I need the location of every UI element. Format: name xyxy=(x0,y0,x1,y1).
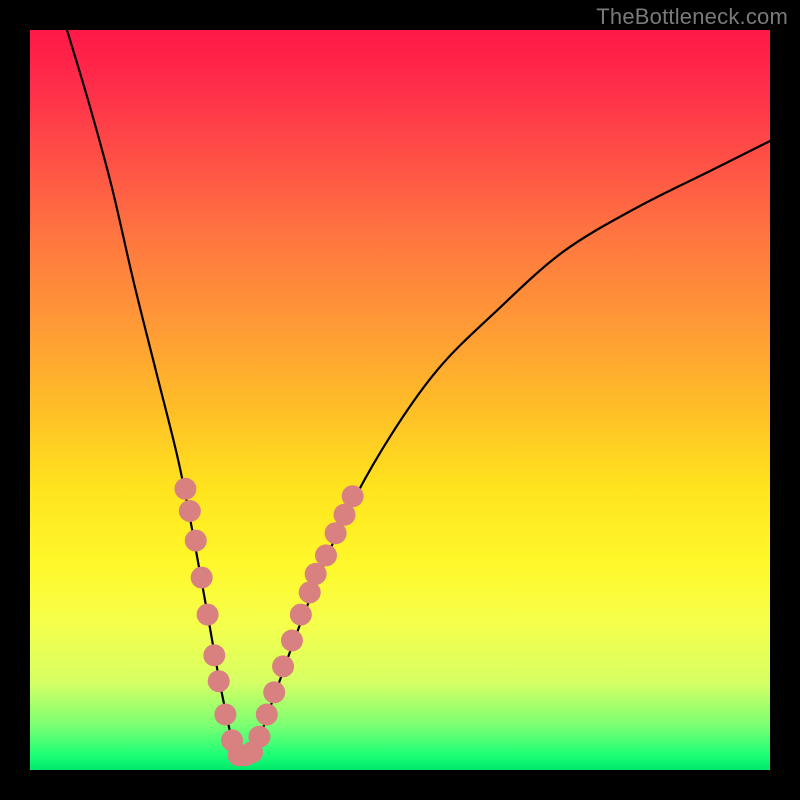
marker-cluster xyxy=(174,478,363,766)
curve-marker xyxy=(214,704,236,726)
curve-marker xyxy=(263,681,285,703)
curve-marker xyxy=(272,655,294,677)
curve-marker xyxy=(248,726,270,748)
curve-marker xyxy=(179,500,201,522)
chart-stage: TheBottleneck.com xyxy=(0,0,800,800)
curve-marker xyxy=(203,644,225,666)
curve-marker xyxy=(256,704,278,726)
plot-area xyxy=(30,30,770,770)
curve-marker xyxy=(191,567,213,589)
curve-marker xyxy=(290,604,312,626)
curve-marker xyxy=(342,485,364,507)
curve-marker xyxy=(197,604,219,626)
curve-marker xyxy=(281,630,303,652)
curve-marker xyxy=(174,478,196,500)
curve-marker xyxy=(315,544,337,566)
curve-marker xyxy=(185,530,207,552)
curve-marker xyxy=(208,670,230,692)
curve-marker xyxy=(305,563,327,585)
curve-layer xyxy=(30,30,770,770)
bottleneck-curve xyxy=(67,30,770,763)
watermark-text: TheBottleneck.com xyxy=(596,4,788,30)
